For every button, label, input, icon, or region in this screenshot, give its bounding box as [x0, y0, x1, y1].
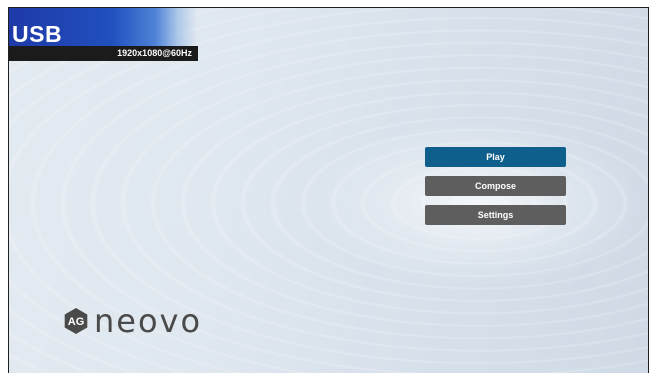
source-banner: USB [9, 8, 197, 46]
resolution-bar: 1920x1080@60Hz [9, 46, 198, 61]
ag-badge-icon: AG [62, 307, 90, 335]
screen: USB 1920x1080@60Hz Play Compose Settings… [8, 7, 649, 373]
brand-logo: AG neovo [62, 301, 202, 341]
settings-button[interactable]: Settings [425, 205, 566, 225]
resolution-text: 1920x1080@60Hz [117, 48, 192, 58]
compose-button[interactable]: Compose [425, 176, 566, 196]
source-title: USB [12, 21, 63, 47]
main-menu: Play Compose Settings [425, 147, 566, 234]
brand-wordmark: neovo [94, 302, 203, 340]
svg-text:AG: AG [68, 316, 85, 328]
play-button[interactable]: Play [425, 147, 566, 167]
